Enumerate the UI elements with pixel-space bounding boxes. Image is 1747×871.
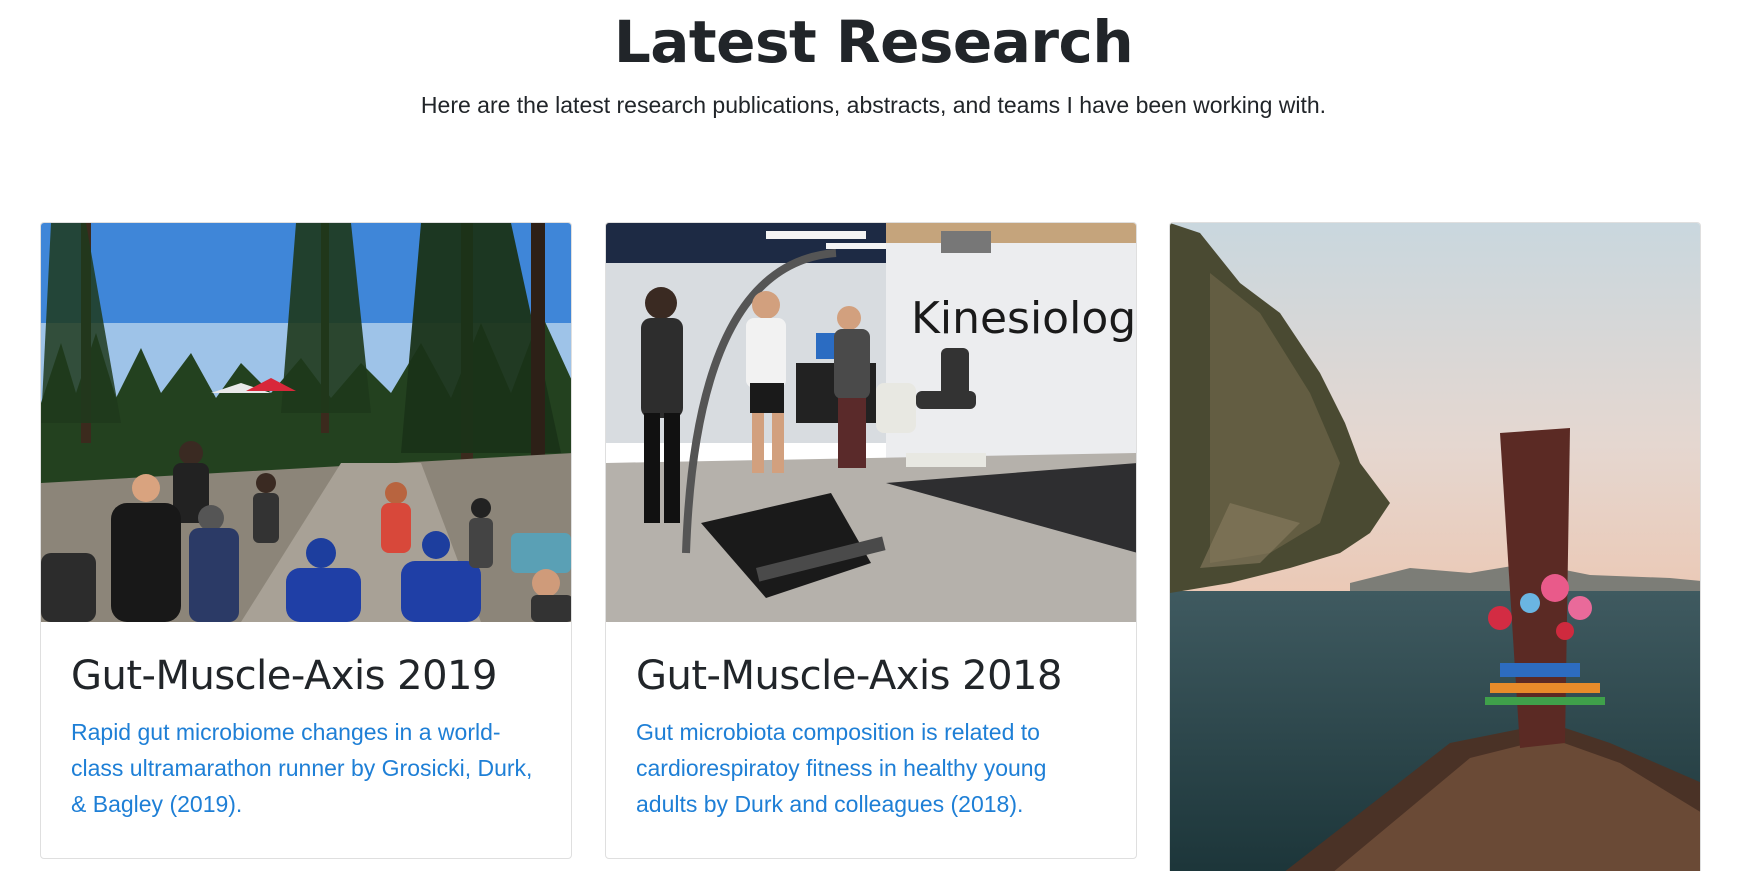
section-subtitle: Here are the latest research publication… (420, 92, 1327, 118)
card-image-kinesiology-lab[interactable]: Kinesiolog (606, 223, 1136, 622)
publication-link[interactable]: Rapid gut microbiome changes in a world-… (71, 714, 541, 822)
latest-research-section: Latest Research Here are the latest rese… (0, 0, 1747, 871)
card-body: Gut-Muscle-Axis 2018 Gut microbiota comp… (606, 622, 1136, 822)
research-card-2018: Kinesiolog Gut-Muscle-Axis 2018 Gut micr… (605, 222, 1137, 859)
research-card-3 (1169, 222, 1701, 871)
section-title: Latest Research (613, 8, 1134, 76)
card-body: Gut-Muscle-Axis 2019 Rapid gut microbiom… (41, 622, 571, 822)
card-image-ultramarathon[interactable] (41, 223, 571, 622)
wall-sign-text: Kinesiolog (911, 293, 1136, 344)
research-card-2019: Gut-Muscle-Axis 2019 Rapid gut microbiom… (40, 222, 572, 859)
card-image-boat-cliff[interactable] (1170, 223, 1700, 871)
card-title: Gut-Muscle-Axis 2018 (636, 653, 1062, 699)
card-title: Gut-Muscle-Axis 2019 (71, 653, 497, 699)
publication-link[interactable]: Gut microbiota composition is related to… (636, 714, 1106, 822)
